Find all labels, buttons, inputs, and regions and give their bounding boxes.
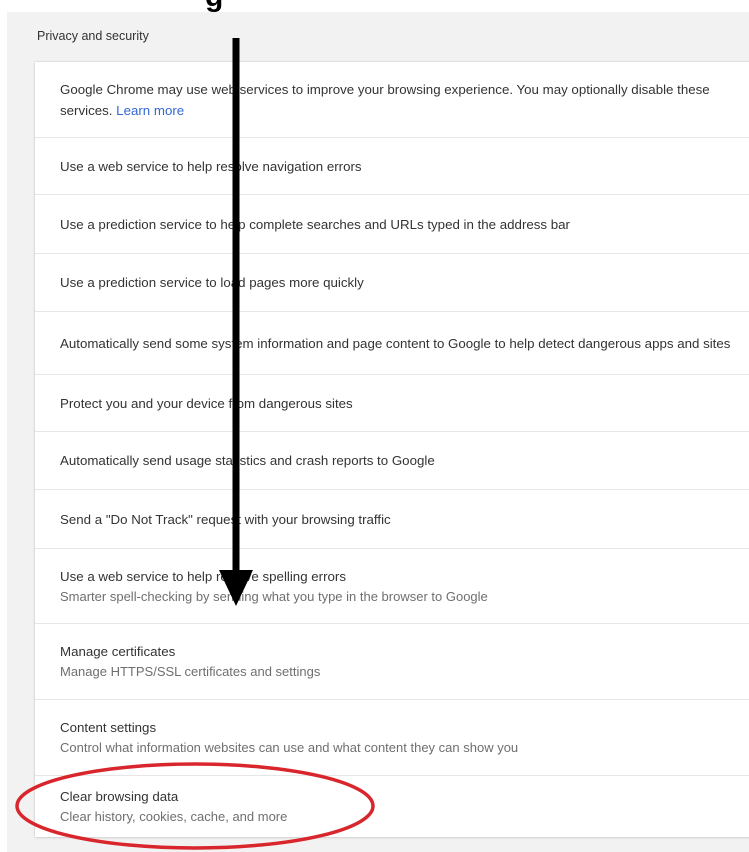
row-secondary-text: Clear history, cookies, cache, and more [60,809,288,824]
row-primary-text: Manage certificates [60,644,176,659]
screenshot-stage: g Privacy and security Google Chrome may… [0,0,749,852]
row-primary-text: Clear browsing data [60,789,179,804]
privacy-settings-card: Google Chrome may use web services to im… [35,62,749,837]
setting-navigation-errors[interactable]: Use a web service to help resolve naviga… [35,138,749,195]
row-web-services-intro: Google Chrome may use web services to im… [35,62,749,138]
setting-prediction-search[interactable]: Use a prediction service to help complet… [35,195,749,254]
setting-content-settings[interactable]: Content settings Control what informatio… [35,700,749,776]
row-primary-text: Send a "Do Not Track" request with your … [60,511,391,527]
setting-usage-statistics[interactable]: Automatically send usage statistics and … [35,432,749,490]
row-primary-text: Use a prediction service to help complet… [60,216,570,232]
setting-manage-certificates[interactable]: Manage certificates Manage HTTPS/SSL cer… [35,624,749,700]
row-primary-text: Use a prediction service to load pages m… [60,275,364,290]
setting-safe-browsing[interactable]: Protect you and your device from dangero… [35,375,749,432]
top-margin [0,0,749,12]
section-title: Privacy and security [37,29,149,43]
setting-send-system-info[interactable]: Automatically send some system informati… [35,312,749,375]
setting-prediction-preload[interactable]: Use a prediction service to load pages m… [35,254,749,312]
setting-clear-browsing-data[interactable]: Clear browsing data Clear history, cooki… [35,776,749,837]
learn-more-link[interactable]: Learn more [116,103,184,118]
setting-do-not-track[interactable]: Send a "Do Not Track" request with your … [35,490,749,549]
row-primary-text: Protect you and your device from dangero… [60,395,353,411]
setting-spelling-errors[interactable]: Use a web service to help resolve spelli… [35,549,749,624]
row-secondary-text: Manage HTTPS/SSL certificates and settin… [60,664,321,679]
row-primary-text: Automatically send some system informati… [60,335,731,351]
cropped-heading-fragment: g [205,0,224,14]
row-secondary-text: Smarter spell-checking by sending what y… [60,588,488,604]
row-primary-text: Content settings [60,720,157,735]
row-secondary-text: Control what information websites can us… [60,740,519,755]
row-primary-text-cont: services. Learn more [60,102,185,118]
row-primary-text: Use a web service to help resolve spelli… [60,568,347,584]
row-primary-text: Google Chrome may use web services to im… [60,81,710,97]
row-primary-text: Automatically send usage statistics and … [60,453,435,468]
row-primary-text: Use a web service to help resolve naviga… [60,158,362,174]
